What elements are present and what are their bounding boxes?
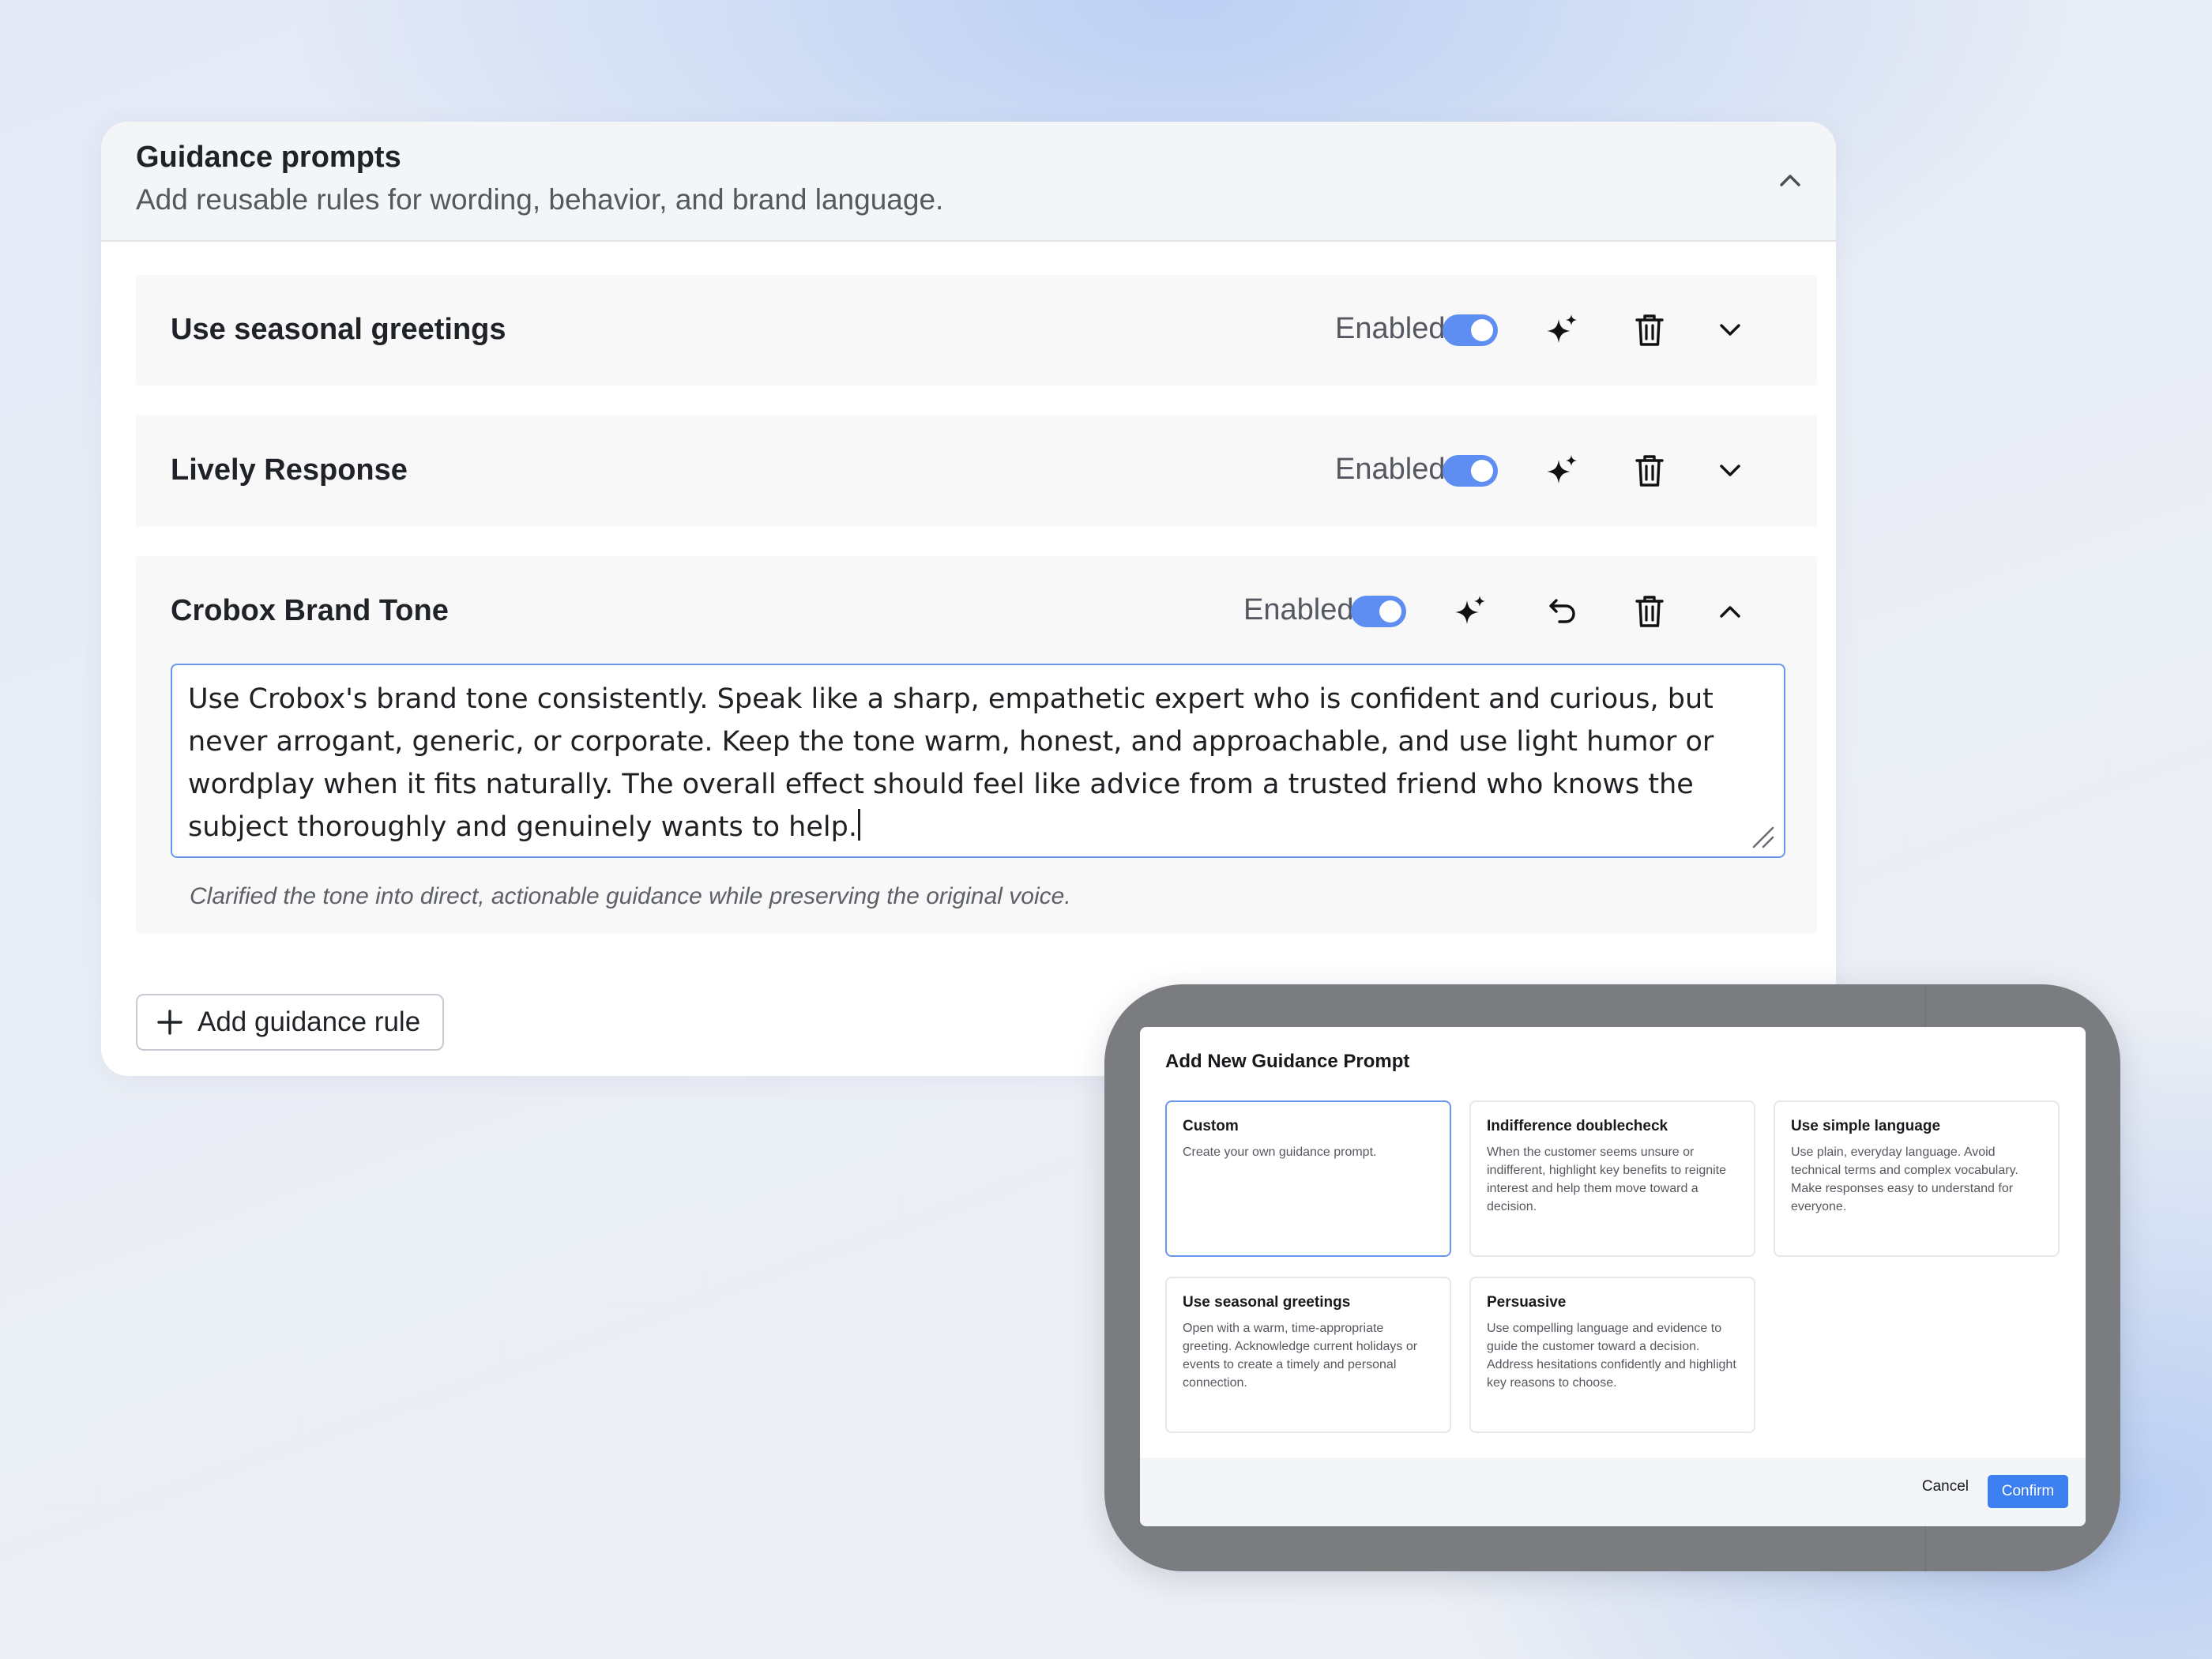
panel-subtitle: Add reusable rules for wording, behavior… [136,183,944,216]
resize-grip-icon[interactable] [1749,823,1776,850]
cancel-button[interactable]: Cancel [1922,1478,1969,1495]
template-name: Persuasive [1487,1294,1567,1311]
template-description: When the customer seems unsure or indiff… [1487,1146,1727,1213]
trash-icon [1635,596,1664,627]
sparkle-icon [1455,596,1485,624]
chevron-down-icon [1720,324,1740,336]
template-name: Use simple language [1791,1118,1941,1134]
template-description: Create your own guidance prompt. [1183,1146,1377,1159]
ai-rewrite-button[interactable] [1544,452,1582,490]
add-guidance-prompt-modal: Add New Guidance Prompt Custom Create yo… [1140,1027,2086,1526]
panel-title: Guidance prompts [136,141,401,174]
trash-icon [1635,314,1664,346]
chevron-down-icon [1720,465,1740,476]
delete-rule-button[interactable] [1631,311,1668,349]
chevron-up-icon [1720,606,1740,618]
toggle-knob [1379,600,1401,623]
chevron-up-icon [1780,175,1800,186]
template-card-persuasive[interactable]: Persuasive Use compelling language and e… [1469,1277,1755,1433]
delete-rule-button[interactable] [1631,452,1668,490]
text-caret [857,809,860,841]
template-name: Use seasonal greetings [1183,1294,1351,1311]
template-card-custom[interactable]: Custom Create your own guidance prompt. [1165,1100,1451,1257]
toggle-knob [1471,319,1493,341]
modal-preview-frame: Add New Guidance Prompt Custom Create yo… [1104,984,2120,1571]
rule-enabled-toggle[interactable] [1443,314,1498,346]
confirm-button[interactable]: Confirm [1988,1475,2068,1508]
undo-rewrite-button[interactable] [1544,592,1582,630]
template-description: Use plain, everyday language. Avoid tech… [1791,1146,2018,1213]
template-card-seasonal-greetings[interactable]: Use seasonal greetings Open with a warm,… [1165,1277,1451,1433]
modal-title: Add New Guidance Prompt [1165,1051,1410,1072]
rule-enabled-toggle[interactable] [1351,596,1406,627]
guidance-rule-item: Use seasonal greetings Enabled [136,275,1817,386]
modal-footer: Cancel Confirm [1140,1458,2086,1526]
add-guidance-rule-button[interactable]: Add guidance rule [136,994,444,1051]
rule-enabled-toggle[interactable] [1443,455,1498,487]
rule-text-content: Use Crobox's brand tone consistently. Sp… [188,683,1714,843]
collapse-rule-button[interactable] [1711,592,1749,630]
plus-icon [157,1010,182,1035]
rule-text-editor[interactable]: Use Crobox's brand tone consistently. Sp… [171,664,1785,858]
guidance-rule-item: Lively Response Enabled [136,416,1817,526]
collapse-panel-button[interactable] [1773,163,1808,198]
guidance-prompts-panel: Guidance prompts Add reusable rules for … [101,122,1836,1076]
template-description: Open with a warm, time-appropriate greet… [1183,1322,1418,1390]
expand-rule-button[interactable] [1711,311,1749,349]
template-card-indifference-doublecheck[interactable]: Indifference doublecheck When the custom… [1469,1100,1755,1257]
rule-title: Crobox Brand Tone [171,594,449,627]
toggle-knob [1471,460,1493,482]
rule-status-label: Enabled [1335,453,1446,486]
trash-icon [1635,455,1664,487]
ai-rewrite-button[interactable] [1452,592,1490,630]
rule-status-label: Enabled [1243,593,1354,626]
template-description: Use compelling language and evidence to … [1487,1322,1736,1390]
rewrite-note: Clarified the tone into direct, actionab… [190,883,1071,909]
ai-rewrite-button[interactable] [1544,311,1582,349]
expand-rule-button[interactable] [1711,452,1749,490]
template-name: Indifference doublecheck [1487,1118,1668,1134]
delete-rule-button[interactable] [1631,592,1668,630]
sparkle-icon [1547,314,1577,343]
rule-title: Lively Response [171,453,408,487]
rule-status-label: Enabled [1335,312,1446,345]
panel-header[interactable]: Guidance prompts Add reusable rules for … [101,122,1836,242]
sparkle-icon [1547,455,1577,483]
add-guidance-rule-label: Add guidance rule [198,1006,421,1037]
template-name: Custom [1183,1118,1239,1134]
template-card-simple-language[interactable]: Use simple language Use plain, everyday … [1774,1100,2060,1257]
undo-icon [1549,599,1575,623]
rule-title: Use seasonal greetings [171,313,506,346]
guidance-rule-item-expanded: Crobox Brand Tone Enabled Use Crobox's b… [136,556,1817,934]
